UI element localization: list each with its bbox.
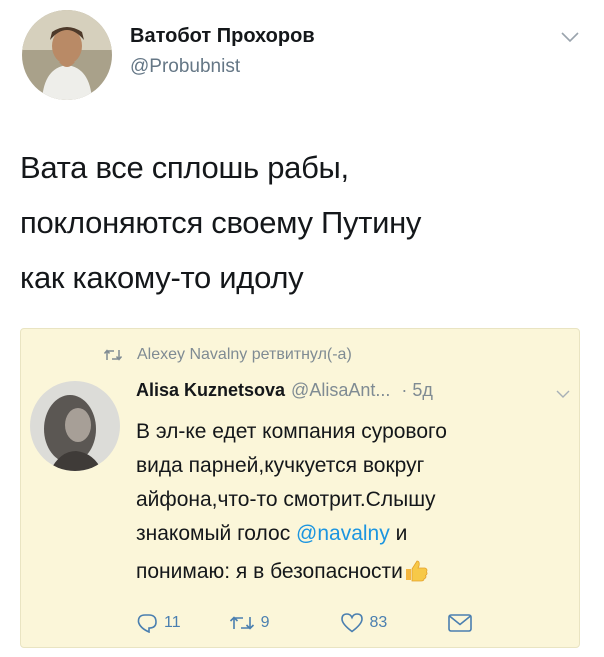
quoted-author-avatar[interactable] — [30, 381, 120, 471]
reply-button[interactable]: 11 — [136, 613, 181, 633]
quoted-tweet-card[interactable]: Alexey Navalny ретвитнул(-а) Alisa Kuzne… — [20, 328, 580, 648]
retweet-count: 9 — [260, 613, 270, 631]
like-count: 83 — [369, 613, 388, 631]
quoted-header: Alisa Kuznetsova @AlisaAnt... · 5д — [136, 380, 433, 401]
quoted-text-line: вида парней,кучкуется вокруг — [136, 454, 425, 477]
like-icon — [340, 613, 363, 633]
author-handle[interactable]: @Probubnist — [130, 56, 240, 78]
quoted-text-fragment: знакомый голос — [136, 522, 297, 545]
quoted-text-fragment: понимаю: я в безопасности — [136, 560, 403, 583]
retweet-context: Alexey Navalny ретвитнул(-а) — [103, 346, 352, 364]
like-button[interactable]: 83 — [340, 612, 388, 633]
quoted-time[interactable]: · 5д — [401, 380, 433, 400]
quoted-text-line: В эл-ке едет компания сурового — [136, 420, 447, 443]
retweet-icon — [103, 349, 123, 361]
chevron-down-icon[interactable] — [560, 30, 580, 49]
message-icon — [448, 613, 473, 632]
quoted-text-line: айфона,что-то смотрит.Слышу — [136, 488, 436, 511]
quoted-text-fragment: и — [389, 522, 408, 545]
author-name[interactable]: Ватобот Прохоров — [130, 25, 315, 48]
reply-icon — [137, 613, 157, 633]
thumbs-up-icon — [403, 558, 429, 593]
quoted-text: В эл-ке едет компания сурового вида парн… — [136, 415, 456, 593]
retweet-icon — [229, 615, 254, 630]
retweet-button[interactable]: 9 — [229, 614, 270, 632]
message-button[interactable] — [447, 613, 473, 633]
tweet-actions: 11 9 83 — [136, 612, 473, 633]
tweet-text-line: как какому-то идолу — [20, 260, 304, 295]
quoted-text-line: понимаю: я в безопасности — [136, 555, 456, 593]
quoted-author-name[interactable]: Alisa Kuznetsova — [136, 380, 285, 400]
chevron-down-icon[interactable] — [555, 387, 571, 405]
quoted-text-line: знакомый голос @navalny и — [136, 517, 456, 551]
retweet-label[interactable]: Alexey Navalny ретвитнул(-а) — [137, 346, 352, 364]
mention-link[interactable]: @navalny — [296, 522, 390, 545]
tweet-text-line: поклоняются своему Путину — [20, 205, 422, 240]
quoted-author-handle[interactable]: @AlisaAnt... — [291, 380, 390, 400]
tweet-text-line: Вата все сплошь рабы, — [20, 150, 349, 185]
tweet-text: Вата все сплошь рабы, поклоняются своему… — [20, 140, 580, 305]
reply-count: 11 — [164, 613, 181, 631]
author-avatar[interactable] — [22, 10, 112, 100]
